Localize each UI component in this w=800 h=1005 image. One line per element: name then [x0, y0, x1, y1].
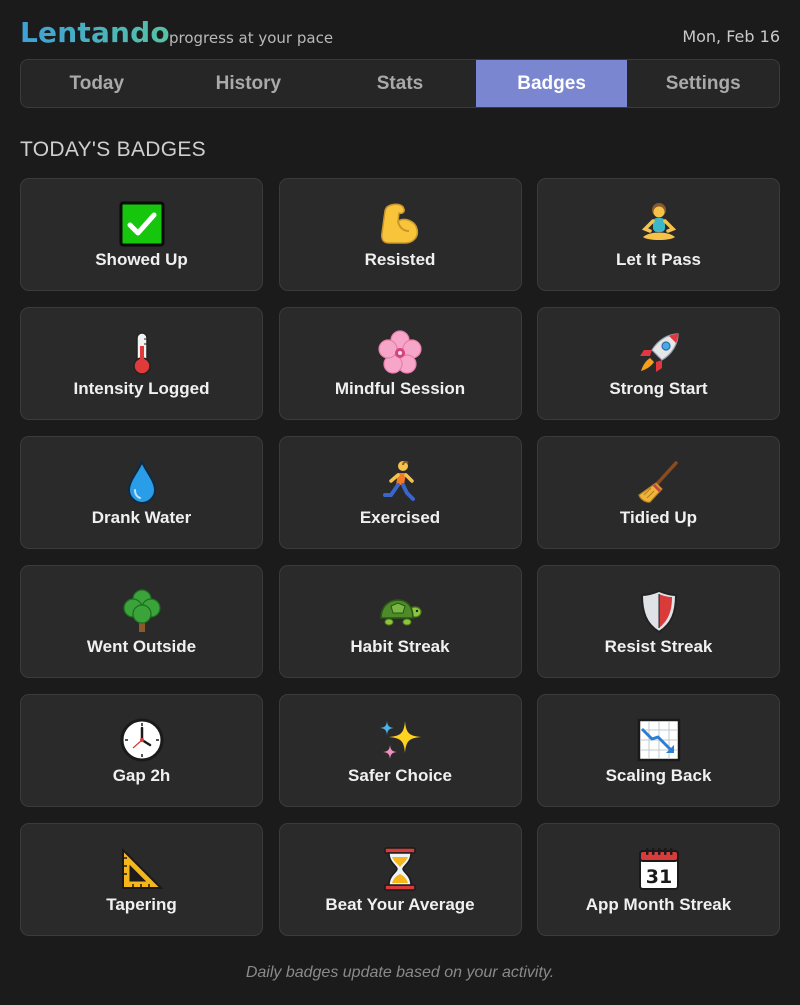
app-logo-title: Lentando — [20, 16, 170, 49]
badge-card: Gap 2h — [20, 694, 263, 807]
badge-card: Strong Start — [537, 307, 780, 420]
calendar-icon: 31 — [635, 845, 683, 893]
tab-badges[interactable]: Badges — [475, 60, 628, 107]
app-tagline: progress at your pace — [169, 29, 334, 47]
badge-label: Tidied Up — [619, 507, 698, 527]
badge-card: Resist Streak — [537, 565, 780, 678]
flexed-biceps-icon — [376, 200, 424, 248]
badge-card: Mindful Session — [278, 307, 522, 420]
lotus-position-icon — [635, 200, 683, 248]
badge-label: Beat Your Average — [325, 894, 475, 914]
tab-stats[interactable]: Stats — [324, 60, 476, 107]
turtle-icon — [376, 587, 424, 635]
thermometer-icon — [118, 329, 166, 377]
footer-note: Daily badges update based on your activi… — [245, 964, 555, 981]
badge-card: Went Outside — [20, 565, 263, 678]
badge-card: Tapering — [20, 823, 263, 936]
svg-text:31: 31 — [645, 866, 671, 888]
badge-card: Exercised — [278, 436, 522, 549]
badge-card: Resisted — [278, 178, 522, 291]
badge-label: Strong Start — [609, 378, 708, 398]
badge-card: Intensity Logged — [20, 307, 263, 420]
tree-icon — [118, 587, 166, 635]
badge-label: Mindful Session — [334, 378, 466, 398]
badge-label: Resist Streak — [604, 636, 713, 656]
badge-label: Gap 2h — [112, 765, 171, 785]
cherry-blossom-icon — [376, 329, 424, 377]
badge-label: Drank Water — [91, 507, 192, 527]
badge-label: Went Outside — [86, 636, 197, 656]
badge-card: Let It Pass — [537, 178, 780, 291]
check-mark-icon — [118, 200, 166, 248]
badge-label: Habit Streak — [350, 636, 450, 656]
badge-label: Scaling Back — [605, 765, 712, 785]
badge-card: Beat Your Average — [278, 823, 522, 936]
app-header: Lentando progress at your pace Mon, Feb … — [20, 14, 780, 54]
running-person-icon — [376, 458, 424, 506]
clock-icon — [118, 716, 166, 764]
chart-decreasing-icon — [635, 716, 683, 764]
badge-card: 31 App Month Streak — [537, 823, 780, 936]
badge-label: Exercised — [359, 507, 441, 527]
badge-label: Showed Up — [95, 249, 188, 269]
tab-history[interactable]: History — [173, 60, 325, 107]
badge-label: Let It Pass — [615, 249, 702, 269]
sparkles-icon — [376, 716, 424, 764]
badge-label: Tapering — [106, 894, 177, 914]
main-tab-bar: Today History Stats Badges Settings — [20, 59, 780, 108]
rocket-icon — [635, 329, 683, 377]
tab-today[interactable]: Today — [21, 60, 173, 107]
badge-card: Habit Streak — [278, 565, 522, 678]
shield-icon — [635, 587, 683, 635]
hourglass-icon — [376, 845, 424, 893]
tab-settings[interactable]: Settings — [627, 60, 779, 107]
badge-label: App Month Streak — [585, 894, 732, 914]
badge-label: Intensity Logged — [73, 378, 210, 398]
badge-grid: Showed Up Resisted Let It Pass Intensity… — [20, 178, 780, 936]
current-date: Mon, Feb 16 — [682, 27, 780, 46]
section-title: TODAY'S BADGES — [20, 138, 206, 161]
droplet-icon — [118, 458, 166, 506]
badge-card: Showed Up — [20, 178, 263, 291]
badge-card: Safer Choice — [278, 694, 522, 807]
broom-icon — [635, 458, 683, 506]
badge-label: Safer Choice — [348, 765, 452, 785]
badge-card: Tidied Up — [537, 436, 780, 549]
badge-label: Resisted — [364, 249, 436, 269]
triangular-ruler-icon — [118, 845, 166, 893]
badge-card: Drank Water — [20, 436, 263, 549]
badge-card: Scaling Back — [537, 694, 780, 807]
